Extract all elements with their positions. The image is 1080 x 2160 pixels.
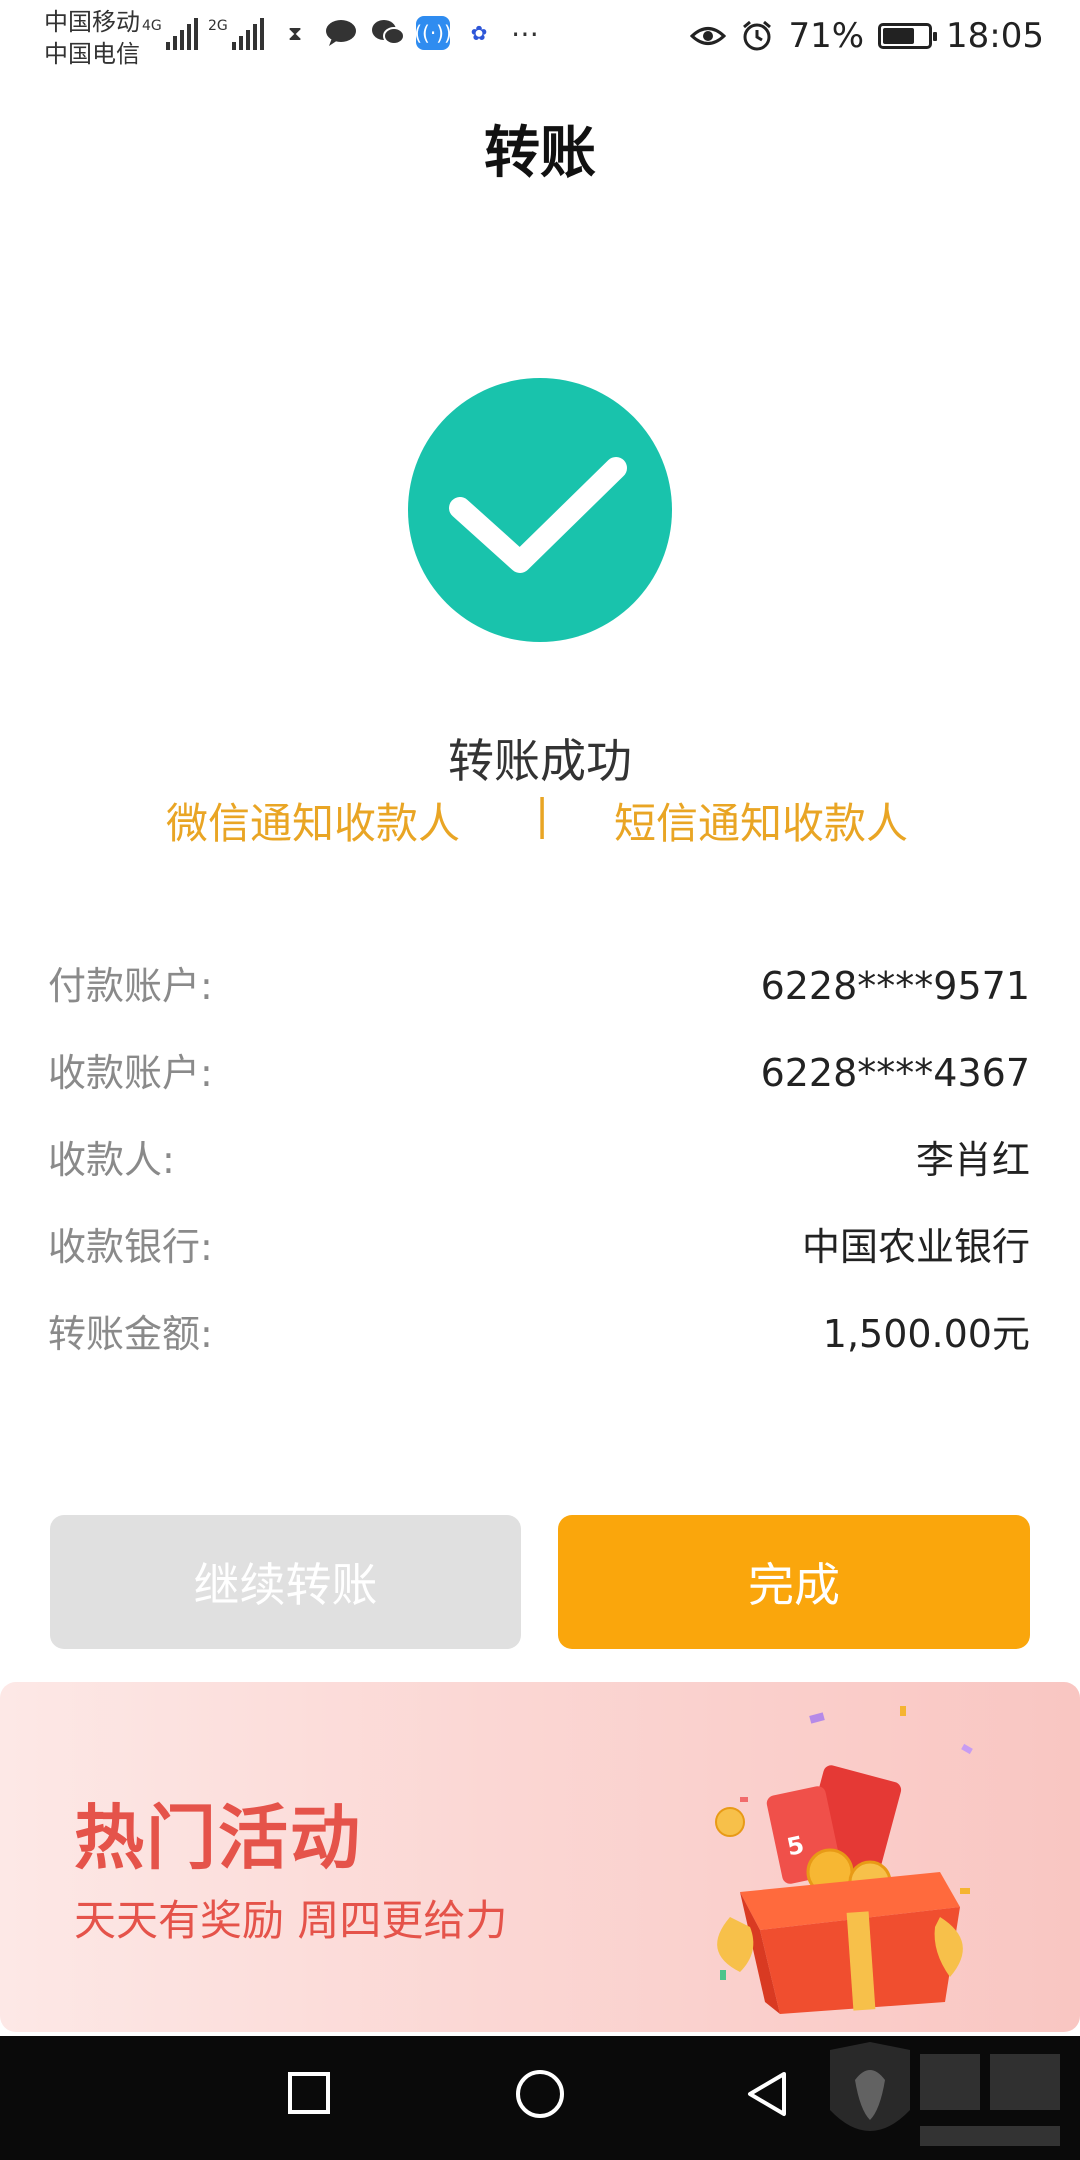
detail-row-payer-account: 付款账户: 6228****9571	[48, 958, 1030, 1045]
detail-label: 收款银行:	[48, 1225, 213, 1269]
banner-subtitle: 天天有奖励 周四更给力	[74, 1896, 508, 1945]
home-button[interactable]	[514, 2068, 566, 2120]
battery-icon	[878, 23, 938, 49]
notification-icons: ⧗ ((·)) ✿ ⋯	[278, 16, 542, 50]
wechat-icon	[370, 16, 404, 50]
hourglass-icon: ⧗	[287, 21, 303, 45]
alarm-icon	[743, 20, 772, 51]
banner-title: 热门活动	[74, 1797, 362, 1879]
svg-text:4G: 4G	[142, 18, 162, 34]
carrier-1: 中国移动	[44, 8, 140, 36]
detail-label: 收款人:	[48, 1138, 175, 1182]
carrier-names: 中国移动 中国电信	[44, 6, 140, 70]
sms-notify-link[interactable]: 短信通知收款人	[614, 790, 908, 851]
success-message: 转账成功	[448, 734, 632, 788]
blackcat-watermark-logo	[830, 2042, 1060, 2146]
transfer-details: 付款账户: 6228****9571 收款账户: 6228****4367 收款…	[48, 958, 1030, 1393]
detail-value: 李肖红	[915, 1138, 1030, 1182]
success-check-icon	[408, 378, 672, 642]
notify-options: 微信通知收款人 | 短信通知收款人	[0, 790, 1080, 850]
detail-value: 1,500.00元	[822, 1312, 1030, 1356]
battery-percent: 71%	[788, 16, 865, 56]
detail-row-payee-name: 收款人: 李肖红	[48, 1132, 1030, 1219]
baidu-icon: ✿	[462, 16, 496, 50]
detail-row-amount: 转账金额: 1,500.00元	[48, 1306, 1030, 1393]
promo-banner[interactable]: 热门活动 天天有奖励 周四更给力 5	[0, 1682, 1080, 2032]
carrier-2: 中国电信	[44, 40, 140, 68]
detail-value: 中国农业银行	[801, 1225, 1030, 1269]
detail-value: 6228****4367	[760, 1051, 1030, 1095]
detail-label: 转账金额:	[48, 1312, 213, 1356]
signal-2g-icon: 2G	[208, 18, 264, 50]
signal-4g-icon: 4G	[142, 18, 198, 50]
more-notifications-icon: ⋯	[511, 16, 539, 50]
detail-row-payee-bank: 收款银行: 中国农业银行	[48, 1219, 1030, 1306]
detail-label: 收款账户:	[48, 1051, 213, 1095]
gift-box-icon: 5	[715, 1706, 973, 2014]
detail-value: 6228****9571	[760, 964, 1030, 1008]
page-title: 转账	[484, 121, 596, 186]
detail-row-payee-account: 收款账户: 6228****4367	[48, 1045, 1030, 1132]
back-button[interactable]	[744, 2070, 790, 2118]
status-bar: 中国移动 中国电信 4G 2G ⧗ ((·)) ✿ ⋯ 71% 18:05	[0, 0, 1080, 76]
svg-text:2G: 2G	[208, 18, 228, 34]
app-wifi-icon: ((·))	[414, 16, 452, 50]
status-right: 71% 18:05	[690, 12, 1044, 60]
continue-transfer-button[interactable]: 继续转账	[50, 1515, 521, 1649]
clock: 18:05	[946, 16, 1044, 56]
eye-comfort-icon	[690, 27, 727, 45]
detail-label: 付款账户:	[48, 964, 213, 1008]
recent-apps-button[interactable]	[286, 2070, 332, 2116]
wechat-notify-link[interactable]: 微信通知收款人	[166, 790, 460, 851]
message-icon	[324, 16, 358, 50]
done-button[interactable]: 完成	[558, 1515, 1030, 1649]
notify-separator: |	[535, 790, 550, 839]
